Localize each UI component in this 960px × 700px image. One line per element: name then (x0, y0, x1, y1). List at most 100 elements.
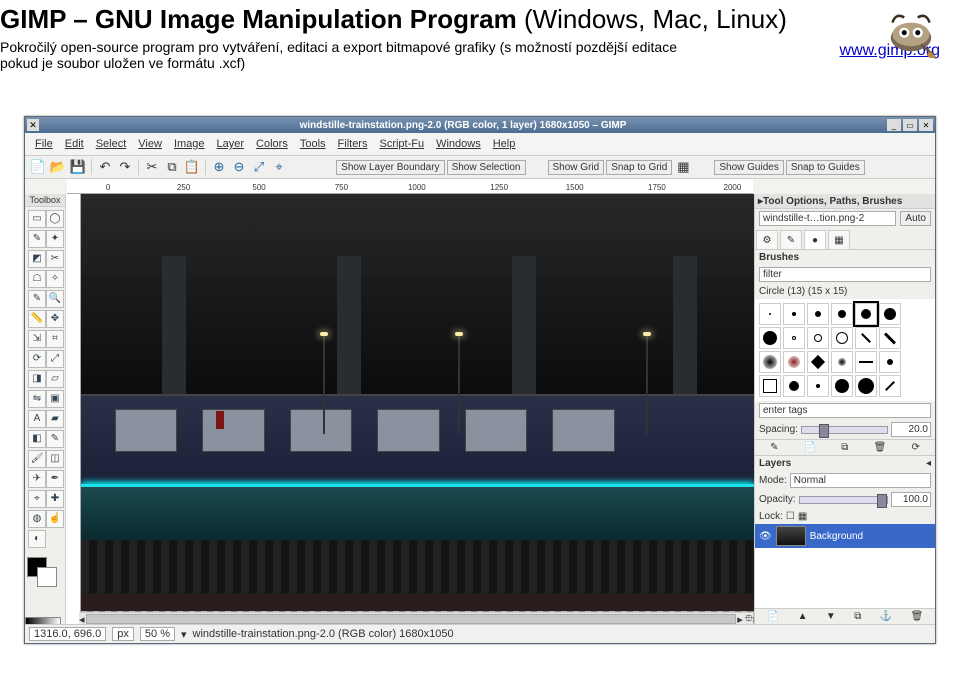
brush-tags[interactable]: enter tags (759, 403, 931, 418)
layer-name[interactable]: Background (810, 531, 863, 542)
brush-item[interactable] (831, 375, 853, 397)
titlebar[interactable]: ✕ windstille-trainstation.png-2.0 (RGB c… (25, 117, 935, 133)
lock-alpha-icon[interactable]: ▦ (798, 511, 807, 522)
brush-item[interactable] (759, 375, 781, 397)
snap-to-guides-button[interactable]: Snap to Guides (786, 160, 865, 175)
brush-item[interactable] (759, 327, 781, 349)
brush-item[interactable] (807, 303, 829, 325)
tool-scale[interactable]: ⤢ (46, 350, 64, 368)
show-guides-button[interactable]: Show Guides (714, 160, 783, 175)
layer-up-icon[interactable]: ▲ (798, 611, 808, 622)
menu-file[interactable]: File (31, 137, 57, 151)
brush-item[interactable] (879, 327, 901, 349)
grid-icon[interactable]: ▦ (674, 158, 692, 176)
open-icon[interactable]: 📂 (49, 158, 67, 176)
tool-ink[interactable]: ✒ (46, 470, 64, 488)
layer-anchor-icon[interactable]: ⚓ (880, 611, 892, 622)
brush-item[interactable] (855, 375, 877, 397)
tool-fuzzy-select[interactable]: ✦ (46, 230, 64, 248)
brush-item[interactable] (783, 303, 805, 325)
opacity-value[interactable]: 100.0 (891, 492, 931, 507)
tool-eraser[interactable]: ◫ (46, 450, 64, 468)
brush-edit-icon[interactable]: ✎ (770, 442, 778, 453)
brush-new-icon[interactable]: 📄 (804, 442, 816, 453)
brush-item[interactable] (831, 351, 853, 373)
tab-brushes[interactable]: ● (804, 230, 826, 249)
menu-tools[interactable]: Tools (296, 137, 330, 151)
brush-item[interactable] (807, 375, 829, 397)
tool-heal[interactable]: ✚ (46, 490, 64, 508)
tool-bucket[interactable]: ▰ (46, 410, 64, 428)
tool-pencil[interactable]: ✎ (46, 430, 64, 448)
maximize-button[interactable]: ▭ (903, 119, 917, 131)
tab-tool-options[interactable]: ⚙ (756, 230, 778, 249)
brush-item[interactable] (879, 351, 901, 373)
tab-paths[interactable]: ✎ (780, 230, 802, 249)
brush-dup-icon[interactable]: ⧉ (841, 442, 848, 453)
opacity-slider[interactable] (799, 496, 888, 504)
tool-zoom[interactable]: 🔍 (46, 290, 64, 308)
show-selection-button[interactable]: Show Selection (447, 160, 526, 175)
spacing-value[interactable]: 20.0 (891, 422, 931, 437)
tool-cage[interactable]: ▣ (46, 390, 64, 408)
tool-scissors[interactable]: ✂ (46, 250, 64, 268)
canvas[interactable] (81, 194, 754, 638)
horizontal-ruler[interactable]: 0 250 500 750 1000 1250 1500 1750 2000 (67, 179, 753, 194)
brush-item[interactable] (759, 351, 781, 373)
menu-windows[interactable]: Windows (432, 137, 485, 151)
tool-flip[interactable]: ⇋ (28, 390, 46, 408)
layer-dup-icon[interactable]: ⧉ (854, 611, 861, 622)
save-icon[interactable]: 💾 (69, 158, 87, 176)
tool-color-picker[interactable]: ✎ (28, 290, 46, 308)
brush-item[interactable] (879, 375, 901, 397)
cut-icon[interactable]: ✂ (143, 158, 161, 176)
zoom-in-icon[interactable]: ⊕ (210, 158, 228, 176)
menu-layer[interactable]: Layer (213, 137, 249, 151)
tool-shear[interactable]: ◨ (28, 370, 46, 388)
status-zoom[interactable]: 50 % (140, 627, 175, 641)
brush-item[interactable] (855, 303, 877, 325)
tool-rect-select[interactable]: ▭ (28, 210, 46, 228)
redo-icon[interactable]: ↷ (116, 158, 134, 176)
snap-to-grid-button[interactable]: Snap to Grid (606, 160, 672, 175)
new-icon[interactable]: 📄 (29, 158, 47, 176)
brush-item[interactable] (783, 375, 805, 397)
tool-clone[interactable]: ⌖ (28, 490, 46, 508)
show-grid-button[interactable]: Show Grid (548, 160, 605, 175)
tool-perspective[interactable]: ▱ (46, 370, 64, 388)
tool-align[interactable]: ⇲ (28, 330, 46, 348)
brush-filter[interactable]: filter (759, 267, 931, 282)
tool-foreground[interactable]: ☖ (28, 270, 46, 288)
tab-patterns[interactable]: ▦ (828, 230, 850, 249)
tool-measure[interactable]: 📏 (28, 310, 46, 328)
paste-icon[interactable]: 📋 (183, 158, 201, 176)
mode-select[interactable]: Normal (790, 473, 931, 488)
layer-del-icon[interactable]: 🗑 (911, 611, 924, 622)
image-selector[interactable]: windstille-t…tion.png-2 (759, 211, 896, 226)
tool-color-select[interactable]: ◩ (28, 250, 46, 268)
tool-paintbrush[interactable]: 🖌 (28, 450, 46, 468)
menu-edit[interactable]: Edit (61, 137, 88, 151)
minimize-button[interactable]: _ (887, 119, 901, 131)
lock-pixels-icon[interactable]: ☐ (786, 511, 795, 522)
menu-image[interactable]: Image (170, 137, 209, 151)
layer-new-icon[interactable]: 📄 (767, 611, 779, 622)
brush-item[interactable] (783, 351, 805, 373)
tool-smudge[interactable]: ☝ (46, 510, 64, 528)
tool-ellipse-select[interactable]: ◯ (46, 210, 64, 228)
show-layer-boundary-button[interactable]: Show Layer Boundary (336, 160, 444, 175)
brush-item[interactable] (759, 303, 781, 325)
brush-item[interactable] (855, 327, 877, 349)
tool-paths[interactable]: ✧ (46, 270, 64, 288)
brush-del-icon[interactable]: 🗑 (874, 442, 887, 453)
copy-icon[interactable]: ⧉ (163, 158, 181, 176)
tool-rotate[interactable]: ⟳ (28, 350, 46, 368)
layers-menu-icon[interactable]: ◂ (926, 458, 931, 469)
tool-blur[interactable]: ◍ (28, 510, 46, 528)
layer-item[interactable]: 👁 Background (755, 524, 935, 548)
menu-scriptfu[interactable]: Script-Fu (375, 137, 428, 151)
menu-colors[interactable]: Colors (252, 137, 292, 151)
eye-icon[interactable]: 👁 (759, 531, 772, 542)
brush-item[interactable] (855, 351, 877, 373)
color-swatches[interactable] (25, 557, 63, 595)
